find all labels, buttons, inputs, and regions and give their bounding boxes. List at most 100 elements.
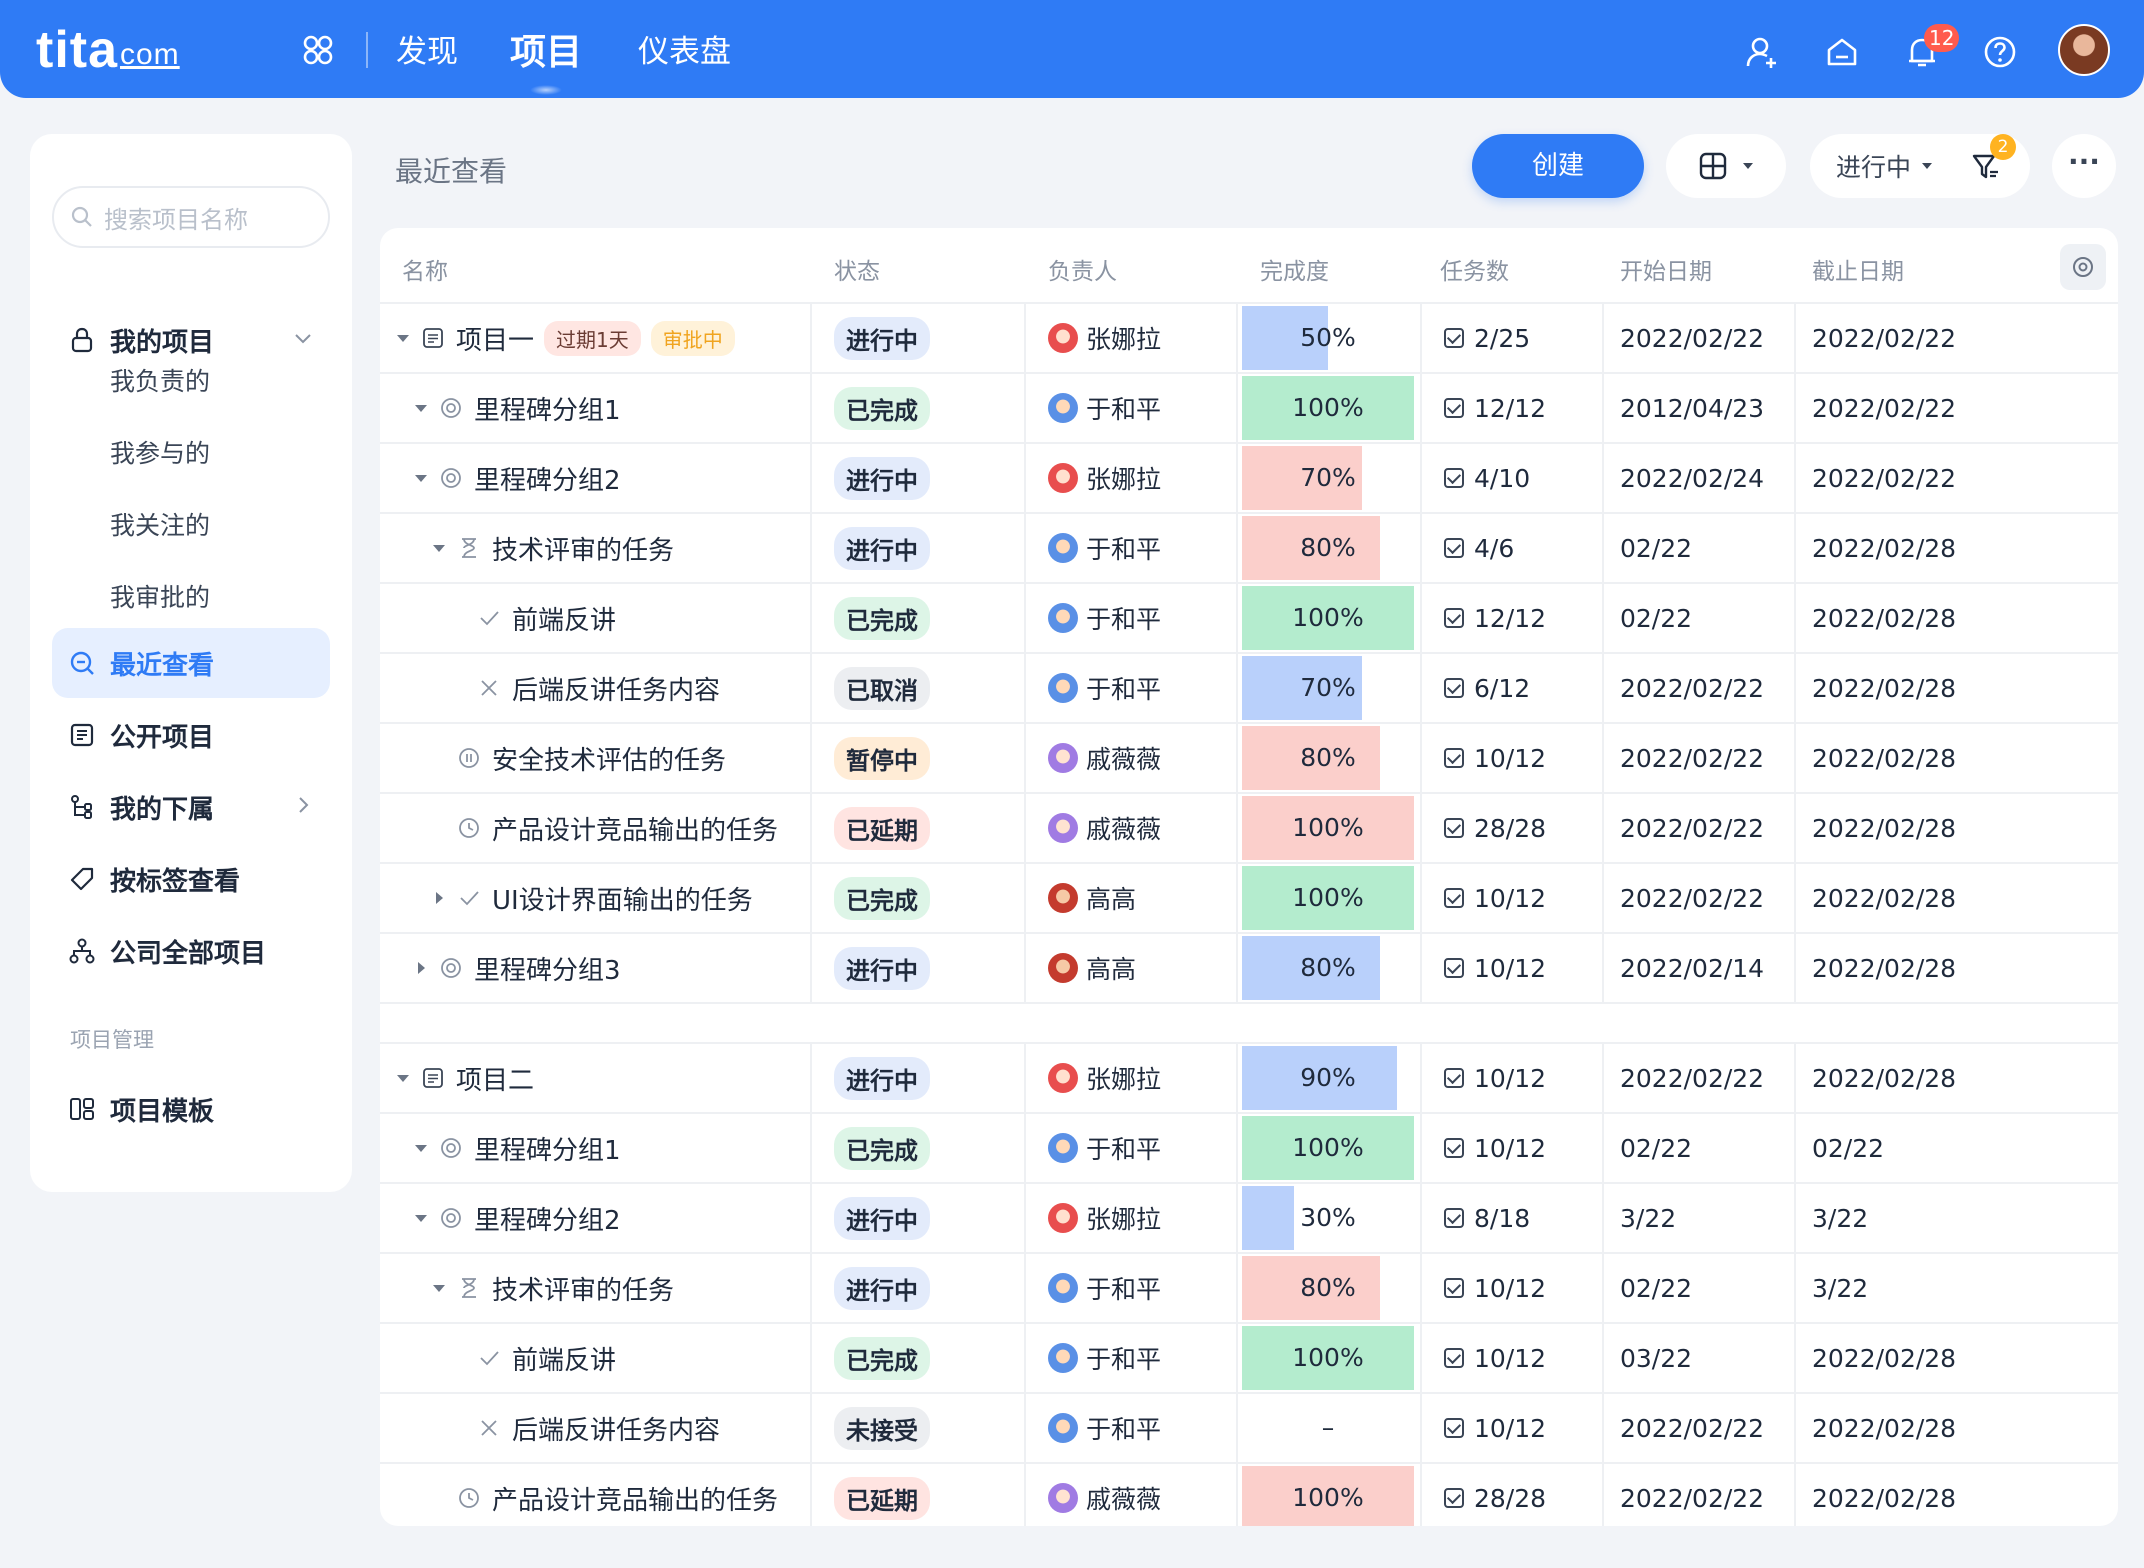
collapse-toggle-icon[interactable]	[412, 1209, 430, 1227]
status-badge[interactable]: 进行中	[834, 1196, 930, 1240]
row-title[interactable]: 里程碑分组1	[474, 390, 621, 427]
apps-grid-icon[interactable]	[302, 34, 334, 66]
status-badge[interactable]: 已延期	[834, 1476, 930, 1520]
row-title[interactable]: 里程碑分组2	[474, 1200, 621, 1237]
row-title[interactable]: 安全技术评估的任务	[492, 740, 726, 777]
name-cell[interactable]: 后端反讲任务内容	[450, 654, 720, 722]
sidebar-sub-approved[interactable]: 我审批的	[110, 578, 210, 614]
column-header-tasks[interactable]: 任务数	[1440, 252, 1509, 286]
sidebar-sub-owned[interactable]: 我负责的	[110, 362, 210, 398]
name-cell[interactable]: 里程碑分组3	[412, 934, 621, 1002]
status-badge[interactable]: 已延期	[834, 806, 930, 850]
view-switch-button[interactable]	[1666, 134, 1786, 198]
status-badge[interactable]: 未接受	[834, 1406, 930, 1450]
owner-cell[interactable]: 张娜拉	[1048, 1044, 1161, 1112]
owner-cell[interactable]: 戚薇薇	[1048, 794, 1161, 862]
owner-cell[interactable]: 于和平	[1048, 374, 1161, 442]
sidebar-item-public[interactable]: 公开项目	[52, 700, 330, 770]
name-cell[interactable]: UI设计界面输出的任务	[430, 864, 753, 932]
owner-cell[interactable]: 张娜拉	[1048, 304, 1161, 372]
sidebar-item-by-tag[interactable]: 按标签查看	[52, 844, 330, 914]
column-header-start-date[interactable]: 开始日期	[1620, 252, 1712, 286]
name-cell[interactable]: 项目二	[394, 1044, 534, 1112]
sidebar-item-subordinates[interactable]: 我的下属	[52, 772, 330, 842]
status-badge[interactable]: 已完成	[834, 386, 930, 430]
column-settings-button[interactable]	[2060, 244, 2106, 290]
table-row[interactable]: 前端反讲 已完成 于和平 100% 10/12 03/22 2022/02/28	[380, 1324, 2118, 1394]
column-header-progress[interactable]: 完成度	[1260, 252, 1329, 286]
name-cell[interactable]: 里程碑分组1	[412, 1114, 621, 1182]
sidebar-item-recent[interactable]: 最近查看	[52, 628, 330, 698]
name-cell[interactable]: 产品设计竞品输出的任务	[430, 1464, 778, 1526]
owner-cell[interactable]: 戚薇薇	[1048, 724, 1161, 792]
table-row[interactable]: 前端反讲 已完成 于和平 100% 12/12 02/22 2022/02/28	[380, 584, 2118, 654]
status-badge[interactable]: 暂停中	[834, 736, 930, 780]
owner-cell[interactable]: 于和平	[1048, 1114, 1161, 1182]
status-badge[interactable]: 已完成	[834, 596, 930, 640]
name-cell[interactable]: 项目一 过期1天 审批中	[394, 304, 735, 372]
row-title[interactable]: 里程碑分组3	[474, 950, 621, 987]
column-header-end-date[interactable]: 截止日期	[1812, 252, 1904, 286]
column-header-name[interactable]: 名称	[402, 252, 448, 286]
row-title[interactable]: 技术评审的任务	[492, 530, 674, 567]
name-cell[interactable]: 前端反讲	[450, 1324, 616, 1392]
owner-cell[interactable]: 于和平	[1048, 584, 1161, 652]
table-row[interactable]: 技术评审的任务 进行中 于和平 80% 10/12 02/22 3/22	[380, 1254, 2118, 1324]
table-row[interactable]: 产品设计竞品输出的任务 已延期 戚薇薇 100% 28/28 2022/02/22 2022…	[380, 1464, 2118, 1526]
more-options-button[interactable]: ···	[2052, 134, 2116, 198]
nav-dashboard[interactable]: 仪表盘	[638, 26, 731, 71]
chevron-right-icon[interactable]	[292, 794, 314, 816]
create-button[interactable]: 创建	[1472, 134, 1644, 198]
name-cell[interactable]: 技术评审的任务	[430, 1254, 674, 1322]
table-row[interactable]: 后端反讲任务内容 未接受 于和平 – 10/12 2022/02/22 2022/02/28	[380, 1394, 2118, 1464]
sidebar-item-templates[interactable]: 项目模板	[52, 1074, 330, 1144]
owner-cell[interactable]: 戚薇薇	[1048, 1464, 1161, 1526]
collapse-toggle-icon[interactable]	[394, 1069, 412, 1087]
status-badge[interactable]: 已完成	[834, 1126, 930, 1170]
row-title[interactable]: 产品设计竞品输出的任务	[492, 810, 778, 847]
search-input[interactable]: 搜索项目名称	[52, 186, 330, 248]
user-avatar[interactable]	[2058, 24, 2110, 76]
nav-discover[interactable]: 发现	[396, 26, 458, 71]
collapse-toggle-icon[interactable]	[430, 539, 448, 557]
row-title[interactable]: 项目二	[456, 1060, 534, 1097]
table-row[interactable]: 里程碑分组1 已完成 于和平 100% 10/12 02/22 02/22	[380, 1114, 2118, 1184]
owner-cell[interactable]: 于和平	[1048, 1394, 1161, 1462]
name-cell[interactable]: 安全技术评估的任务	[430, 724, 726, 792]
status-badge[interactable]: 进行中	[834, 526, 930, 570]
row-title[interactable]: 前端反讲	[512, 1340, 616, 1377]
name-cell[interactable]: 产品设计竞品输出的任务	[430, 794, 778, 862]
table-row[interactable]: 里程碑分组3 进行中 高高 80% 10/12 2022/02/14 2022/02/28	[380, 934, 2118, 1004]
column-header-status[interactable]: 状态	[834, 252, 880, 286]
collapse-toggle-icon[interactable]	[394, 329, 412, 347]
owner-cell[interactable]: 于和平	[1048, 654, 1161, 722]
table-row[interactable]: 产品设计竞品输出的任务 已延期 戚薇薇 100% 28/28 2022/02/22 2022…	[380, 794, 2118, 864]
row-title[interactable]: 里程碑分组1	[474, 1130, 621, 1167]
tita-logo[interactable]: tita com	[36, 20, 180, 80]
collapse-toggle-icon[interactable]	[412, 1139, 430, 1157]
nav-projects[interactable]: 项目	[510, 23, 582, 95]
name-cell[interactable]: 里程碑分组2	[412, 444, 621, 512]
collapse-toggle-icon[interactable]	[430, 1279, 448, 1297]
table-row[interactable]: 项目二 进行中 张娜拉 90% 10/12 2022/02/22 2022/02/28	[380, 1044, 2118, 1114]
row-title[interactable]: 后端反讲任务内容	[512, 1410, 720, 1447]
column-header-owner[interactable]: 负责人	[1048, 252, 1117, 286]
owner-cell[interactable]: 张娜拉	[1048, 444, 1161, 512]
table-row[interactable]: 里程碑分组2 进行中 张娜拉 70% 4/10 2022/02/24 2022/02/22	[380, 444, 2118, 514]
owner-cell[interactable]: 张娜拉	[1048, 1184, 1161, 1252]
status-badge[interactable]: 进行中	[834, 316, 930, 360]
table-row[interactable]: 里程碑分组1 已完成 于和平 100% 12/12 2012/04/23 2022/02/2…	[380, 374, 2118, 444]
owner-cell[interactable]: 于和平	[1048, 1324, 1161, 1392]
collapse-toggle-icon[interactable]	[412, 469, 430, 487]
row-title[interactable]: 前端反讲	[512, 600, 616, 637]
collapse-toggle-icon[interactable]	[412, 399, 430, 417]
status-badge[interactable]: 已完成	[834, 1336, 930, 1380]
table-row[interactable]: 技术评审的任务 进行中 于和平 80% 4/6 02/22 2022/02/28	[380, 514, 2118, 584]
chevron-down-icon[interactable]	[292, 327, 314, 349]
row-title[interactable]: 产品设计竞品输出的任务	[492, 1480, 778, 1517]
owner-cell[interactable]: 于和平	[1048, 1254, 1161, 1322]
name-cell[interactable]: 里程碑分组1	[412, 374, 621, 442]
table-row[interactable]: 里程碑分组2 进行中 张娜拉 30% 8/18 3/22 3/22	[380, 1184, 2118, 1254]
table-row[interactable]: 安全技术评估的任务 暂停中 戚薇薇 80% 10/12 2022/02/22 2022/02…	[380, 724, 2118, 794]
table-row[interactable]: 项目一 过期1天 审批中 进行中 张娜拉 50% 2/25 2022/02/22 2022/02…	[380, 304, 2118, 374]
